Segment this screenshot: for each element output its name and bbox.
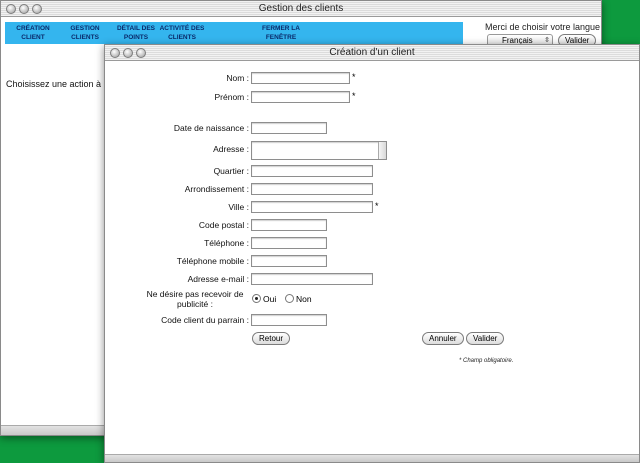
publicite-non-radio[interactable] — [285, 294, 294, 303]
nav-item-label: Détail des — [116, 25, 156, 32]
zoom-window-icon[interactable] — [136, 48, 146, 58]
quartier-label: Quartier : — [213, 166, 249, 176]
dialog-title: Création d'un client — [329, 47, 415, 58]
nav-item-label: Gestion — [70, 25, 100, 32]
nav-item-label: Activité des — [159, 25, 205, 32]
nav-item-gestion-clients[interactable]: Gestion clients — [61, 24, 109, 42]
publicite-label: Ne désire pas recevoir de publicité : — [141, 289, 249, 309]
close-window-icon[interactable] — [6, 4, 16, 14]
quartier-input[interactable] — [251, 165, 373, 177]
main-window-title: Gestion des clients — [258, 3, 344, 14]
nav-item-label: fenêtre — [265, 34, 297, 41]
arrondissement-label: Arrondissement : — [184, 184, 249, 194]
dialog-bottom-bar — [105, 454, 639, 462]
telephone-label: Téléphone : — [204, 238, 249, 248]
window-controls — [110, 48, 146, 58]
publicite-oui-label: Oui — [263, 294, 277, 304]
parrain-label: Code client du parrain : — [161, 315, 249, 325]
parrain-input[interactable] — [251, 314, 327, 326]
submit-button[interactable]: Valider — [466, 332, 505, 345]
main-titlebar[interactable]: Gestion des clients — [1, 1, 601, 17]
zoom-window-icon[interactable] — [32, 4, 42, 14]
nav-item-creation-client[interactable]: Création client — [9, 24, 57, 42]
adresse-label: Adresse : — [213, 144, 249, 154]
window-controls — [6, 4, 42, 14]
nom-input[interactable] — [251, 72, 350, 84]
publicite-label-line1: Ne désire pas recevoir de — [146, 289, 244, 299]
nav-item-label: clients — [168, 34, 196, 41]
arrondissement-input[interactable] — [251, 183, 373, 195]
code-postal-label: Code postal : — [198, 220, 249, 230]
nav-item-label: Fermer la — [262, 25, 300, 32]
minimize-window-icon[interactable] — [19, 4, 29, 14]
email-input[interactable] — [251, 273, 373, 285]
ville-input[interactable] — [251, 201, 373, 213]
ville-required-mark: * — [375, 201, 379, 211]
required-note: * Champ obligatoire. — [459, 358, 514, 364]
back-button[interactable]: Retour — [252, 332, 291, 345]
nav-bar: Création client Gestion clients Détail d… — [5, 22, 463, 44]
mobile-label: Téléphone mobile : — [176, 256, 249, 266]
adresse-textarea[interactable] — [251, 141, 387, 160]
close-window-icon[interactable] — [110, 48, 120, 58]
code-postal-input[interactable] — [251, 219, 327, 231]
language-label: Merci de choisir votre langue — [485, 22, 601, 32]
prenom-required-mark: * — [352, 91, 356, 101]
email-label: Adresse e-mail : — [187, 274, 249, 284]
nav-item-label: clients — [71, 34, 99, 41]
publicite-non-label: Non — [296, 294, 312, 304]
nom-required-mark: * — [352, 72, 356, 82]
telephone-input[interactable] — [251, 237, 327, 249]
nav-item-label: client — [21, 34, 45, 41]
nav-item-detail-points[interactable]: Détail des points — [111, 24, 161, 42]
action-message: Choisissez une action à r — [6, 79, 107, 89]
mobile-input[interactable] — [251, 255, 327, 267]
nom-label: Nom : — [226, 73, 249, 83]
ville-label: Ville : — [228, 202, 249, 212]
minimize-window-icon[interactable] — [123, 48, 133, 58]
nav-item-activite-clients[interactable]: Activité des clients — [159, 24, 205, 42]
create-client-window: Création d'un client Nom : * Prénom : * … — [104, 44, 640, 463]
naissance-input[interactable] — [251, 122, 327, 134]
cancel-button[interactable]: Annuler — [422, 332, 464, 345]
publicite-label-line2: publicité : — [177, 299, 213, 309]
nav-item-fermer-fenetre[interactable]: Fermer la fenêtre — [259, 24, 303, 42]
publicite-oui-radio[interactable] — [252, 294, 261, 303]
prenom-input[interactable] — [251, 91, 350, 103]
prenom-label: Prénom : — [214, 92, 250, 102]
adresse-scrollbar[interactable] — [378, 142, 386, 159]
dialog-titlebar[interactable]: Création d'un client — [105, 45, 639, 61]
nav-item-label: points — [123, 34, 149, 41]
nav-item-label: Création — [16, 25, 50, 32]
naissance-label: Date de naissance : — [173, 123, 249, 133]
